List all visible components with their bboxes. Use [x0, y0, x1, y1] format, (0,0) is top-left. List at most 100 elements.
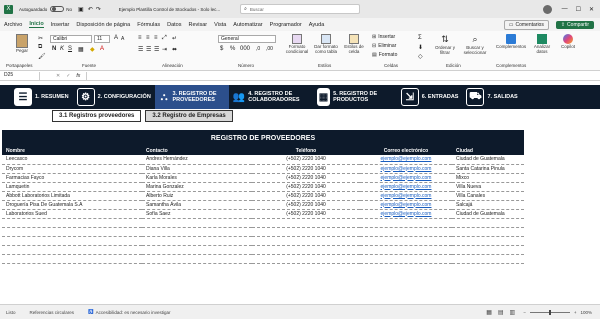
menu-disposicion[interactable]: Disposición de página	[76, 22, 130, 28]
cell-ciudad[interactable]: Santa Catarina Pinula	[452, 164, 524, 174]
cell-contacto[interactable]: Karla Morales	[142, 173, 252, 183]
cell-ciudad[interactable]	[452, 227, 524, 237]
menu-archivo[interactable]: Archivo	[4, 22, 22, 28]
cell-nombre[interactable]: Farmacias Fayco	[2, 173, 142, 183]
cell-nombre[interactable]: Leecasco	[2, 155, 142, 165]
addins-button[interactable]: Complementos	[494, 34, 528, 49]
subtab-registros-proveedores[interactable]: 3.1 Registros proveedores	[52, 110, 142, 122]
zoom-level[interactable]: 100%	[580, 310, 592, 315]
fill-color-icon[interactable]: ◆	[90, 46, 95, 53]
menu-formulas[interactable]: Fórmulas	[137, 22, 160, 28]
cell-correo[interactable]	[360, 254, 452, 264]
cell-contacto[interactable]: Diana Villa	[142, 164, 252, 174]
cell-ciudad[interactable]: Mixco	[452, 173, 524, 183]
cell-contacto[interactable]	[142, 218, 252, 228]
cell-correo[interactable]: ejemplo@ejemplo.com	[360, 164, 452, 174]
cell-ciudad[interactable]	[452, 254, 524, 264]
bold-icon[interactable]: N	[52, 46, 56, 52]
cell-styles-button[interactable]: Estilos de celda	[342, 34, 366, 54]
menu-automatizar[interactable]: Automatizar	[233, 22, 262, 28]
cell-correo[interactable]: ejemplo@ejemplo.com	[360, 200, 452, 210]
name-box[interactable]: D25	[0, 71, 40, 80]
cell-ciudad[interactable]	[452, 236, 524, 246]
italic-icon[interactable]: K	[60, 46, 64, 52]
percent-icon[interactable]: %	[230, 46, 235, 52]
nav-entradas[interactable]: ⇲ 6. ENTRADAS	[397, 85, 463, 109]
page-layout-icon[interactable]: ▤	[498, 309, 504, 316]
restore-icon[interactable]: ☐	[576, 6, 581, 13]
merge-icon[interactable]: ⬌	[172, 46, 177, 53]
cell-ciudad[interactable]	[452, 245, 524, 255]
insert-cells-button[interactable]: ⊞ Insertar	[372, 34, 395, 40]
cell-nombre[interactable]	[2, 245, 142, 255]
nav-resumen[interactable]: ☰ 1. RESUMEN	[0, 85, 73, 109]
nav-proveedores[interactable]: ⛬ 3. REGISTRO DE PROVEEDORES	[154, 85, 229, 109]
nav-productos[interactable]: ▦ 5. REGISTRO DE PRODUCTOS	[313, 85, 397, 109]
cell-telefono[interactable]	[252, 245, 360, 255]
avatar[interactable]	[542, 4, 552, 14]
wrap-text-icon[interactable]: ↵	[172, 35, 177, 42]
copy-icon[interactable]: ⧉	[38, 44, 42, 51]
cell-nombre[interactable]	[2, 236, 142, 246]
cell-correo[interactable]: ejemplo@ejemplo.com	[360, 209, 452, 219]
cell-ciudad[interactable]: Ciudad de Guatemala	[452, 209, 524, 219]
indent-icon[interactable]: ⇥	[162, 46, 167, 53]
cell-correo[interactable]: ejemplo@ejemplo.com	[360, 182, 452, 192]
cell-nombre[interactable]: Laboratorios Sued	[2, 209, 142, 219]
decrease-decimal-icon[interactable]: ,00	[266, 46, 273, 52]
nav-salidas[interactable]: ⛟ 7. SALIDAS	[462, 85, 521, 109]
menu-vista[interactable]: Vista	[214, 22, 226, 28]
menu-datos[interactable]: Datos	[167, 22, 181, 28]
cell-correo[interactable]: ejemplo@ejemplo.com	[360, 155, 452, 165]
menu-programador[interactable]: Programador	[270, 22, 302, 28]
cell-contacto[interactable]	[142, 236, 252, 246]
zoom-out-icon[interactable]: −	[523, 310, 526, 315]
thousands-icon[interactable]: 000	[240, 46, 250, 52]
cell-contacto[interactable]: Samantha Ávila	[142, 200, 252, 210]
cell-telefono[interactable]	[252, 218, 360, 228]
cut-icon[interactable]: ✂	[38, 35, 43, 42]
font-size-select[interactable]: 11	[94, 35, 110, 43]
cell-telefono[interactable]	[252, 254, 360, 264]
nav-colaboradores[interactable]: 👥 4. REGISTRO DE COLABORADORES	[229, 85, 313, 109]
cell-contacto[interactable]: Sofía Saez	[142, 209, 252, 219]
nav-configuracion[interactable]: ⚙ 2. CONFIGURACIÓN	[73, 85, 155, 109]
cell-correo[interactable]	[360, 245, 452, 255]
cell-contacto[interactable]	[142, 254, 252, 264]
undo-icon[interactable]: ↶	[88, 6, 93, 13]
cell-nombre[interactable]: Drycom	[2, 164, 142, 174]
save-icon[interactable]: ▣	[78, 6, 84, 13]
accessibility-status[interactable]: Accesibilidad: es necesario investigar	[96, 310, 171, 315]
cell-telefono[interactable]: (+502) 2220 1040	[252, 173, 360, 183]
minimize-icon[interactable]: —	[562, 6, 568, 12]
menu-inicio[interactable]: Inicio	[29, 21, 44, 28]
cell-telefono[interactable]: (+502) 2220 1040	[252, 164, 360, 174]
orientation-icon[interactable]: ⤢	[162, 35, 167, 42]
increase-decimal-icon[interactable]: ,0	[256, 46, 260, 52]
find-select-button[interactable]: ⌕ Buscar y seleccionar	[460, 34, 490, 55]
cell-nombre[interactable]: Lamquetin	[2, 182, 142, 192]
format-painter-icon[interactable]: 🖌	[38, 53, 46, 60]
clear-icon[interactable]: ◇	[418, 53, 423, 60]
cell-nombre[interactable]: Abbott Laboratorios Limitada	[2, 191, 142, 201]
paste-button[interactable]: Pegar	[8, 34, 36, 53]
format-table-button[interactable]: Dar formato como tabla	[312, 34, 340, 54]
align-middle-icon[interactable]: ≡	[146, 35, 150, 41]
cell-nombre[interactable]	[2, 254, 142, 264]
cell-ciudad[interactable]: Ciudad de Guatemala	[452, 155, 524, 165]
autosave-toggle[interactable]	[50, 6, 65, 12]
comments-button[interactable]: ▭ Comentarios	[503, 19, 549, 30]
increase-font-icon[interactable]: A	[114, 35, 118, 41]
formula-input[interactable]	[86, 71, 600, 80]
cell-telefono[interactable]	[252, 236, 360, 246]
font-name-select[interactable]: Calibri	[50, 35, 92, 43]
borders-icon[interactable]: ▦	[78, 46, 84, 53]
cell-correo[interactable]	[360, 218, 452, 228]
circular-ref-status[interactable]: Referencias circulares	[30, 310, 75, 315]
decrease-font-icon[interactable]: A	[121, 36, 124, 42]
redo-icon[interactable]: ↷	[96, 6, 101, 13]
close-icon[interactable]: ✕	[589, 6, 594, 13]
cell-telefono[interactable]	[252, 227, 360, 237]
cell-telefono[interactable]: (+502) 2220 1040	[252, 191, 360, 201]
cell-ciudad[interactable]	[452, 218, 524, 228]
